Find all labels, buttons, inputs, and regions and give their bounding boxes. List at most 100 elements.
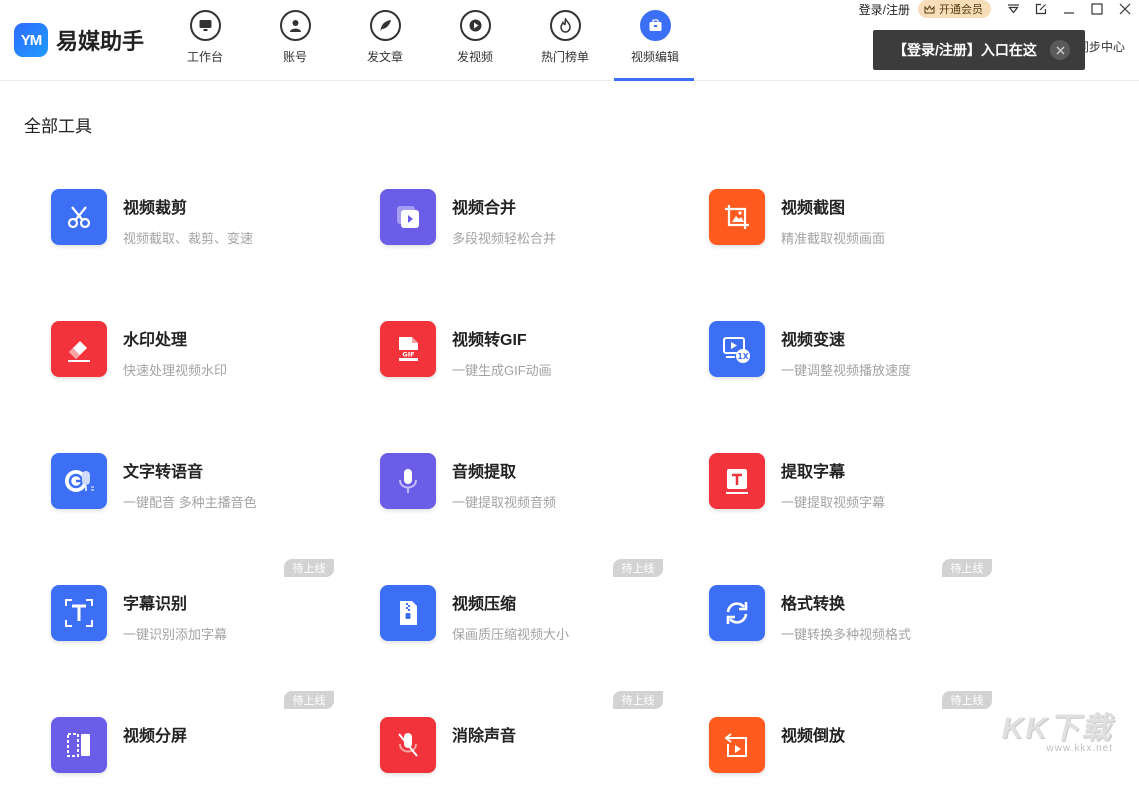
tool-name: 视频合并 [452,194,516,218]
nav-label: 视频编辑 [631,48,679,65]
vip-label: 开通会员 [939,1,983,17]
tool-card-video-trim[interactable]: 视频裁剪 视频截取、裁剪、变速 [51,189,341,279]
text-scan-icon [51,585,107,641]
tool-card-video-compress[interactable]: 视频压缩 保画质压缩视频大小 [380,585,670,675]
feather-icon [370,10,401,41]
monitor-icon [190,10,221,41]
login-tooltip: 【登录/注册】入口在这 [873,30,1085,70]
tool-name: 视频压缩 [452,590,516,614]
nav-item-video[interactable]: 发视频 [430,0,520,81]
toolbox-icon [640,10,671,41]
tool-desc: 一键生成GIF动画 [452,360,552,379]
tool-card-video-screenshot[interactable]: 视频截图 精准截取视频画面 [709,189,999,279]
nav-label: 发文章 [367,48,403,65]
nav-label: 热门榜单 [541,48,589,65]
tool-desc: 多段视频轻松合并 [452,228,556,247]
tool-desc: 一键调整视频播放速度 [781,360,911,379]
minimize-button[interactable] [1055,0,1083,18]
scissors-icon [51,189,107,245]
feedback-button[interactable] [1027,0,1055,18]
tool-card-text-to-speech[interactable]: 文字转语音 一键配音 多种主播音色 [51,453,341,543]
tool-name: 字幕识别 [123,590,187,614]
tool-card-split-screen[interactable]: 视频分屏 [51,717,341,807]
minimize-icon [1063,3,1075,15]
tool-name: 视频变速 [781,326,845,350]
tool-card-audio-extract[interactable]: 音频提取 一键提取视频音频 [380,453,670,543]
menu-dropdown-button[interactable] [999,0,1027,18]
app-name: 易媒助手 [56,24,144,56]
tool-card-remove-sound[interactable]: 消除声音 [380,717,670,807]
tool-card-video-to-gif[interactable]: GIF 视频转GIF 一键生成GIF动画 [380,321,670,411]
tool-desc: 一键提取视频音频 [452,492,556,511]
speed-icon: 1X [709,321,765,377]
tool-desc: 一键转换多种视频格式 [781,624,911,643]
tool-card-watermark[interactable]: 水印处理 快速处理视频水印 [51,321,341,411]
tool-card-video-reverse[interactable]: 视频倒放 [709,717,999,807]
close-icon [1119,3,1131,15]
crop-image-icon [709,189,765,245]
nav-item-account[interactable]: 账号 [250,0,340,81]
tool-desc: 精准截取视频画面 [781,228,885,247]
tool-card-format-convert[interactable]: 格式转换 一键转换多种视频格式 [709,585,999,675]
nav-item-video-edit[interactable]: 视频编辑 [610,0,700,81]
tool-name: 水印处理 [123,326,187,350]
tts-icon [51,453,107,509]
tool-name: 视频截图 [781,194,845,218]
tooltip-text: 【登录/注册】入口在这 [893,40,1037,60]
edit-icon [1035,3,1047,15]
tool-desc: 视频截取、裁剪、变速 [123,228,253,247]
tool-name: 提取字幕 [781,458,845,482]
tool-name: 视频裁剪 [123,194,187,218]
microphone-icon [380,453,436,509]
tool-desc: 保画质压缩视频大小 [452,624,569,643]
tool-name: 音频提取 [452,458,516,482]
top-bar: YM 易媒助手 工作台 账号 发文章 发视频 [0,0,1139,81]
window-controls: 登录/注册 开通会员 [859,0,1139,18]
login-register-link[interactable]: 登录/注册 [859,1,910,18]
flame-icon [550,10,581,41]
eraser-icon [51,321,107,377]
subtitle-icon [709,453,765,509]
nav-item-workbench[interactable]: 工作台 [160,0,250,81]
nav-item-hot-list[interactable]: 热门榜单 [520,0,610,81]
tool-card-video-merge[interactable]: 视频合并 多段视频轻松合并 [380,189,670,279]
tooltip-close-button[interactable] [1050,40,1070,60]
split-screen-icon [51,717,107,773]
zip-icon [380,585,436,641]
app-logo[interactable]: YM 易媒助手 [14,23,144,57]
close-button[interactable] [1111,0,1139,18]
tool-name: 文字转语音 [123,458,203,482]
crown-icon [924,5,935,14]
section-title: 全部工具 [24,112,92,137]
dropdown-triangle-icon [1007,4,1020,14]
main-nav: 工作台 账号 发文章 发视频 热门榜单 [160,0,700,81]
tool-name: 消除声音 [452,722,516,746]
nav-label: 账号 [283,48,307,65]
nav-label: 发视频 [457,48,493,65]
nav-label: 工作台 [187,48,223,65]
maximize-icon [1091,3,1103,15]
tool-name: 视频倒放 [781,722,845,746]
nav-item-article[interactable]: 发文章 [340,0,430,81]
tool-card-subtitle-recognition[interactable]: 字幕识别 一键识别添加字幕 [51,585,341,675]
pending-badge: 待上线 [613,691,663,709]
tool-card-video-speed[interactable]: 1X 视频变速 一键调整视频播放速度 [709,321,999,411]
play-icon [460,10,491,41]
mute-mic-icon [380,717,436,773]
user-icon [280,10,311,41]
convert-icon [709,585,765,641]
tool-desc: 快速处理视频水印 [123,360,227,379]
pending-badge: 待上线 [284,691,334,709]
logo-mark-icon: YM [14,23,48,57]
maximize-button[interactable] [1083,0,1111,18]
layers-play-icon [380,189,436,245]
tool-card-subtitle-extract[interactable]: 提取字幕 一键提取视频字幕 [709,453,999,543]
vip-button[interactable]: 开通会员 [918,0,991,18]
svg-text:1X: 1X [737,352,748,361]
tool-name: 视频分屏 [123,722,187,746]
svg-text:GIF: GIF [402,351,414,359]
watermark-brand: KK下载 [1002,703,1113,747]
pending-badge: 待上线 [613,559,663,577]
tool-desc: 一键识别添加字幕 [123,624,227,643]
tool-name: 格式转换 [781,590,845,614]
